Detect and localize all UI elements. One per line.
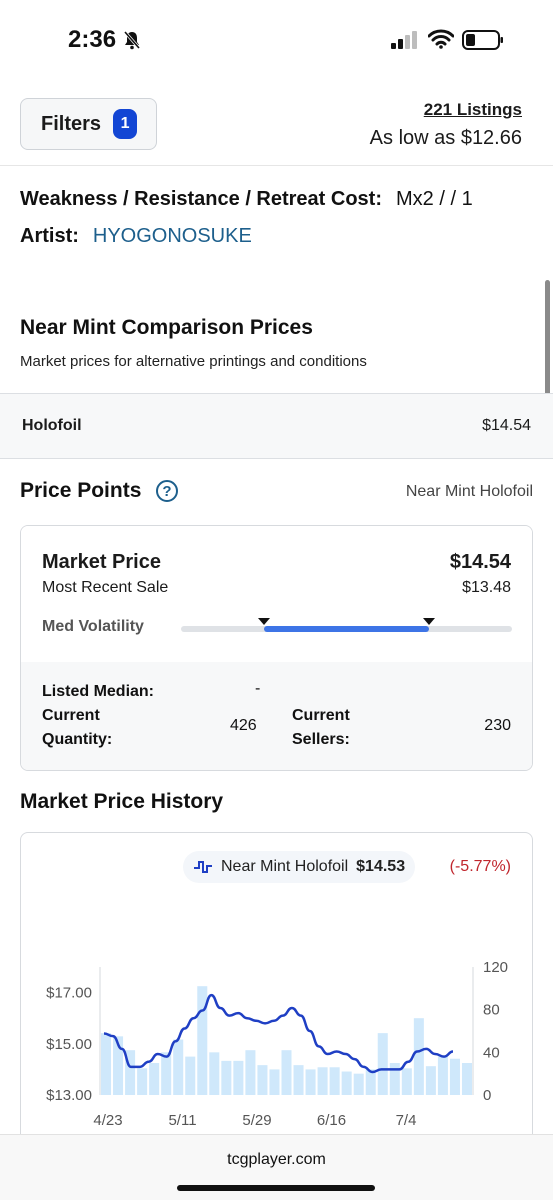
y-right-tick-label: 120: [483, 959, 508, 976]
market-price-value: $14.54: [449, 551, 511, 573]
clipped-detail-row: [0, 166, 553, 178]
current-sellers-label: Current: [292, 707, 350, 724]
volume-bar: [185, 1056, 196, 1095]
volume-bar: [233, 1060, 244, 1095]
volume-bar: [377, 1033, 388, 1095]
volume-bar: [173, 1039, 184, 1095]
volume-bar: [425, 1066, 436, 1095]
volatility-marker-low: [257, 618, 270, 625]
volume-bar: [257, 1065, 268, 1095]
volume-bar: [281, 1050, 292, 1095]
comparison-title: Near Mint Comparison Prices: [20, 316, 313, 339]
filters-count-badge: 1: [113, 109, 138, 139]
volume-bar: [305, 1069, 316, 1095]
y-left-tick-label: $13.00: [46, 1087, 92, 1104]
browser-address-bar[interactable]: tcgplayer.com: [0, 1134, 553, 1200]
volume-bar: [461, 1063, 472, 1095]
artist-row: Artist: HYOGONOSUKE: [20, 225, 252, 248]
artist-link[interactable]: HYOGONOSUKE: [93, 225, 252, 248]
volume-bar: [365, 1069, 376, 1095]
price-line: [103, 993, 454, 1074]
volume-bar: [149, 1063, 160, 1095]
listing-stats: Listed Median: - Current Quantity: 426 C…: [21, 662, 532, 770]
volume-bar: [161, 1052, 172, 1095]
listed-median-label: Listed Median:: [42, 683, 155, 700]
cellular-signal-icon: [391, 31, 417, 49]
x-tick-label: 5/29: [242, 1112, 271, 1129]
price-points-title: Price Points: [20, 479, 142, 502]
listings-link[interactable]: 221 Listings: [424, 100, 522, 120]
help-icon[interactable]: ?: [156, 480, 178, 502]
volume-bar: [293, 1065, 304, 1095]
home-indicator: [177, 1185, 375, 1191]
volume-bar: [449, 1058, 460, 1095]
recent-sale-value: $13.48: [462, 579, 511, 596]
price-points-card: Market Price $14.54 Most Recent Sale $13…: [20, 525, 533, 771]
history-card: Near Mint Holofoil $14.53 (-5.77%) $17.0…: [20, 832, 533, 1152]
comparison-price: $14.54: [482, 417, 531, 434]
filters-button[interactable]: Filters 1: [20, 98, 157, 150]
volume-bar: [389, 1063, 400, 1095]
lowest-price: As low as $12.66: [369, 127, 522, 149]
address-domain: tcgplayer.com: [227, 1151, 326, 1168]
volatility-marker-high: [423, 618, 436, 625]
x-tick-label: 7/4: [396, 1112, 417, 1129]
comparison-row[interactable]: Holofoil $14.54: [0, 393, 553, 459]
volume-bar: [401, 1068, 412, 1095]
weakness-row: Weakness / Resistance / Retreat Cost: Mx…: [20, 188, 473, 211]
current-sellers-label-2: Sellers:: [292, 731, 350, 748]
current-quantity-label: Current: [42, 707, 100, 724]
battery-icon: [462, 30, 503, 50]
volatility-meter: [181, 618, 512, 632]
y-left-tick-label: $17.00: [46, 985, 92, 1002]
x-tick-label: 5/11: [168, 1112, 196, 1129]
recent-sale-label: Most Recent Sale: [42, 579, 169, 596]
volume-bar: [341, 1071, 352, 1095]
volume-bar: [221, 1060, 232, 1095]
volume-bar: [437, 1056, 448, 1095]
volume-bar: [413, 1018, 424, 1095]
volume-bar: [209, 1052, 220, 1095]
price-points-filter: Near Mint Holofoil: [405, 483, 533, 500]
status-time: 2:36: [68, 26, 117, 53]
volatility-fill: [263, 626, 430, 632]
listings-header: Filters 1 221 Listings As low as $12.66: [0, 80, 553, 166]
weakness-label: Weakness / Resistance / Retreat Cost:: [20, 188, 383, 210]
status-bar: 2:36: [0, 0, 553, 80]
price-history-chart: $17.00 $15.00 $13.00 120 80 40 0 4/23 5/11 5/29 6/…: [46, 959, 508, 1129]
volume-bar: [245, 1050, 256, 1095]
comparison-subtitle: Market prices for alternative printings …: [20, 353, 367, 370]
volatility-label: Med Volatility: [42, 618, 144, 635]
bell-off-icon: [123, 31, 141, 50]
current-quantity-label-2: Quantity:: [42, 731, 113, 748]
listed-median-value: -: [255, 680, 261, 697]
x-tick-label: 6/16: [317, 1112, 346, 1129]
y-right-tick-label: 80: [483, 1002, 500, 1019]
artist-label: Artist:: [20, 225, 79, 247]
x-tick-label: 4/23: [93, 1112, 122, 1129]
wifi-icon: [428, 29, 454, 49]
volume-bar: [329, 1067, 340, 1095]
weakness-value: Mx2 / / 1: [396, 188, 473, 210]
market-price-label: Market Price: [42, 551, 161, 573]
history-title: Market Price History: [20, 790, 224, 813]
current-sellers-value: 230: [484, 717, 511, 734]
volume-bar: [137, 1068, 148, 1095]
y-right-tick-label: 0: [483, 1087, 491, 1104]
volume-bar: [317, 1067, 328, 1095]
volume-bar: [101, 1033, 112, 1095]
y-right-tick-label: 40: [483, 1044, 500, 1061]
price-summary: Market Price $14.54 Most Recent Sale $13…: [21, 526, 532, 662]
filters-label: Filters: [41, 112, 102, 135]
current-quantity-value: 426: [230, 717, 257, 734]
y-left-tick-label: $15.00: [46, 1036, 92, 1053]
volume-bar: [269, 1069, 280, 1095]
volume-bar: [353, 1073, 364, 1095]
comparison-printing: Holofoil: [22, 417, 82, 434]
